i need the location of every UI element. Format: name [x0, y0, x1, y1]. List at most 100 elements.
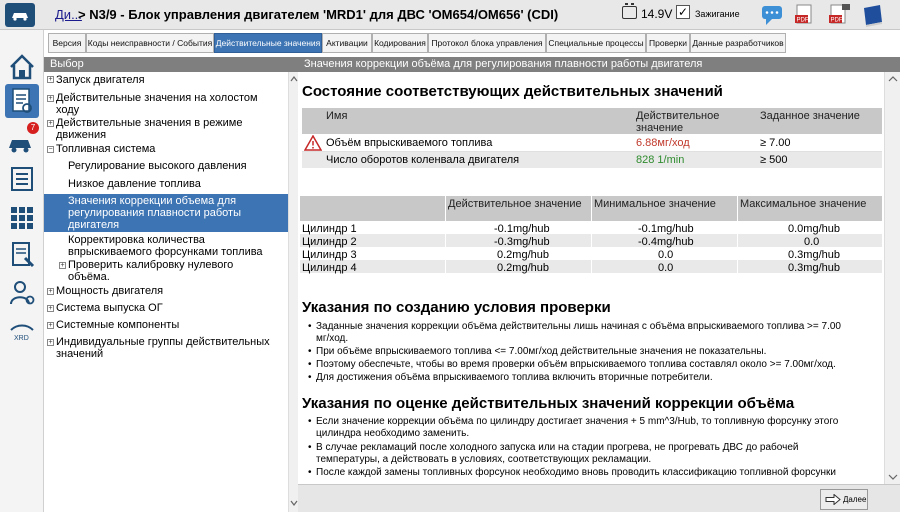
documents-icon[interactable] — [5, 238, 39, 272]
column-header-min: Минимальное значение — [594, 198, 716, 210]
tree-item-injector-correction[interactable]: Корректировка количества впрыскиваемого … — [68, 234, 263, 258]
tree-item-label: впрыскиваемого форсунками топлива — [68, 246, 263, 258]
tree-expander[interactable]: + — [47, 120, 54, 127]
tree-item-label: Действительные значения на холостом — [56, 92, 258, 104]
selection-header: Выбор — [44, 57, 298, 72]
list-icon[interactable] — [5, 162, 39, 196]
tree-item-label: движения — [56, 129, 107, 141]
fault-count-badge: 7 — [27, 122, 39, 134]
status-actual-fuel-volume: 6.88мг/ход — [636, 137, 690, 149]
tree-item-high-pressure[interactable]: Регулирование высокого давления — [68, 160, 247, 172]
column-header-label: значение — [636, 122, 684, 134]
xrd-icon[interactable]: XRD — [5, 316, 39, 350]
tree-item-low-pressure[interactable]: Низкое давление топлива — [68, 178, 201, 190]
cylinder-min: 0.0 — [658, 262, 674, 274]
cylinder-actual: 0.2mg/hub — [497, 262, 549, 274]
cylinder-name: Цилиндр 4 — [302, 262, 357, 274]
tree-item-volume-correction[interactable]: Значения коррекции объема для регулирова… — [44, 194, 288, 232]
list-item: После каждой замены топливных форсунок н… — [308, 467, 836, 479]
next-button[interactable]: Далее — [820, 489, 868, 510]
ignition-checkbox[interactable]: ✓ — [676, 5, 690, 19]
diagnosis-icon — [12, 88, 32, 113]
tab-bar: Версия Коды неисправности / События Дейс… — [44, 33, 900, 53]
column-header-actual: Действительное значение — [636, 110, 719, 134]
tree-expander[interactable]: + — [47, 95, 54, 102]
tree-item-label: регулирования плавности работы — [68, 207, 241, 219]
selection-scrollbar[interactable] — [288, 72, 298, 512]
modules-grid-icon[interactable] — [5, 200, 39, 234]
content-scrollbar[interactable] — [884, 72, 900, 484]
tree-item-individual-groups[interactable]: Индивидуальные группы действительных зна… — [56, 336, 270, 360]
main-content: Значения коррекции объёма для регулирова… — [298, 57, 900, 512]
list-item-text: температуры, а действовать в условиях, с… — [316, 454, 652, 465]
tree-item-label: Действительные значения в режиме — [56, 117, 243, 129]
cylinder-name: Цилиндр 2 — [302, 236, 357, 248]
list-item: Для достижения объёма впрыскиваемого топ… — [308, 372, 713, 384]
column-divider — [737, 196, 738, 273]
tab-special-procedures[interactable]: Специальные процессы — [546, 33, 646, 53]
chat-icon[interactable] — [760, 3, 786, 28]
content-header: Значения коррекции объёма для регулирова… — [298, 57, 900, 72]
status-name-engine-speed: Число оборотов коленвала двигателя — [326, 154, 520, 166]
tab-actual-values[interactable]: Действительные значения — [214, 33, 322, 53]
tree-expander[interactable]: + — [59, 262, 66, 269]
app-logo[interactable] — [5, 3, 35, 27]
next-button-label: Далее — [843, 495, 867, 504]
cylinder-min: -0.4mg/hub — [638, 236, 694, 248]
ignition-label: Зажигание — [695, 9, 740, 19]
tree-item-driving-values[interactable]: Действительные значения в режиме движени… — [56, 117, 242, 141]
tree-expander[interactable]: − — [47, 146, 54, 153]
cylinder-max: 0.3mg/hub — [788, 249, 840, 261]
scroll-down-icon[interactable] — [886, 472, 900, 482]
tree-expander[interactable]: + — [47, 76, 54, 83]
voltage-value: 14.9V — [641, 7, 673, 21]
tree-expander[interactable]: + — [47, 322, 54, 329]
tab-fault-codes[interactable]: Коды неисправности / События — [86, 33, 214, 53]
tab-activations[interactable]: Активации — [322, 33, 372, 53]
tree-expander[interactable]: + — [47, 339, 54, 346]
tree-item-engine-start[interactable]: Запуск двигателя — [56, 74, 145, 86]
rail-diagnosis-button[interactable] — [5, 84, 39, 118]
tree-item-label: Значения коррекции объема для — [68, 195, 237, 207]
pdf-print-icon[interactable]: PDF — [792, 3, 818, 28]
cylinder-actual: -0.3mg/hub — [494, 236, 550, 248]
column-divider — [445, 196, 446, 273]
list-item: Поэтому обеспечьте, чтобы во время прове… — [308, 359, 836, 371]
tab-developer-data[interactable]: Данные разработчиков — [690, 33, 786, 53]
svg-text:PDF: PDF — [831, 18, 843, 24]
tree-expander[interactable]: + — [47, 305, 54, 312]
xrd-label: XRD — [14, 335, 29, 342]
cylinder-name: Цилиндр 1 — [302, 223, 357, 235]
tab-checks[interactable]: Проверки — [646, 33, 690, 53]
tab-control-unit-log[interactable]: Протокол блока управления — [428, 33, 546, 53]
tab-coding[interactable]: Кодирования — [372, 33, 428, 53]
pdf-save-icon[interactable]: PDF — [826, 3, 852, 28]
tree-item-fuel-system[interactable]: Топливная система — [56, 143, 155, 155]
cylinder-max: 0.0 — [804, 236, 820, 248]
tree-expander[interactable]: + — [47, 288, 54, 295]
title-bar: Ди... > N3/9 - Блок управления двигателе… — [0, 0, 900, 30]
tree-item-engine-power[interactable]: Мощность двигателя — [56, 285, 163, 297]
cylinder-max: 0.0mg/hub — [788, 223, 840, 235]
tree-item-label: Индивидуальные группы действительных — [56, 336, 270, 348]
list-item-text: цилиндра необходимо заменить. — [316, 428, 470, 439]
cylinder-min: 0.0 — [658, 249, 674, 261]
tree-item-system-components[interactable]: Системные компоненты — [56, 319, 179, 331]
home-icon[interactable] — [5, 50, 39, 84]
manual-book-icon[interactable] — [860, 3, 886, 28]
tree-item-label: Проверить калибровку нулевого — [68, 259, 234, 271]
tree-item-exhaust-system[interactable]: Система выпуска ОГ — [56, 302, 163, 314]
scroll-up-icon[interactable] — [886, 74, 900, 84]
tree-item-idle-values[interactable]: Действительные значения на холостом ходу — [56, 92, 258, 116]
tree-item-zero-calibration[interactable]: Проверить калибровку нулевого объёма. — [68, 259, 233, 283]
car-icon — [12, 13, 28, 21]
list-item: Если значение коррекции объёма по цилинд… — [308, 416, 838, 440]
tab-version[interactable]: Версия — [48, 33, 86, 53]
left-rail: 7 XRD — [0, 30, 44, 512]
page-title: > N3/9 - Блок управления двигателем 'MRD… — [78, 7, 559, 22]
status-actual-engine-speed: 828 1/min — [636, 154, 685, 166]
warning-icon — [304, 135, 322, 151]
user-settings-icon[interactable] — [5, 276, 39, 310]
list-item-text: Заданные значения коррекции объёма дейст… — [316, 321, 841, 332]
arrow-right-icon — [825, 494, 841, 505]
